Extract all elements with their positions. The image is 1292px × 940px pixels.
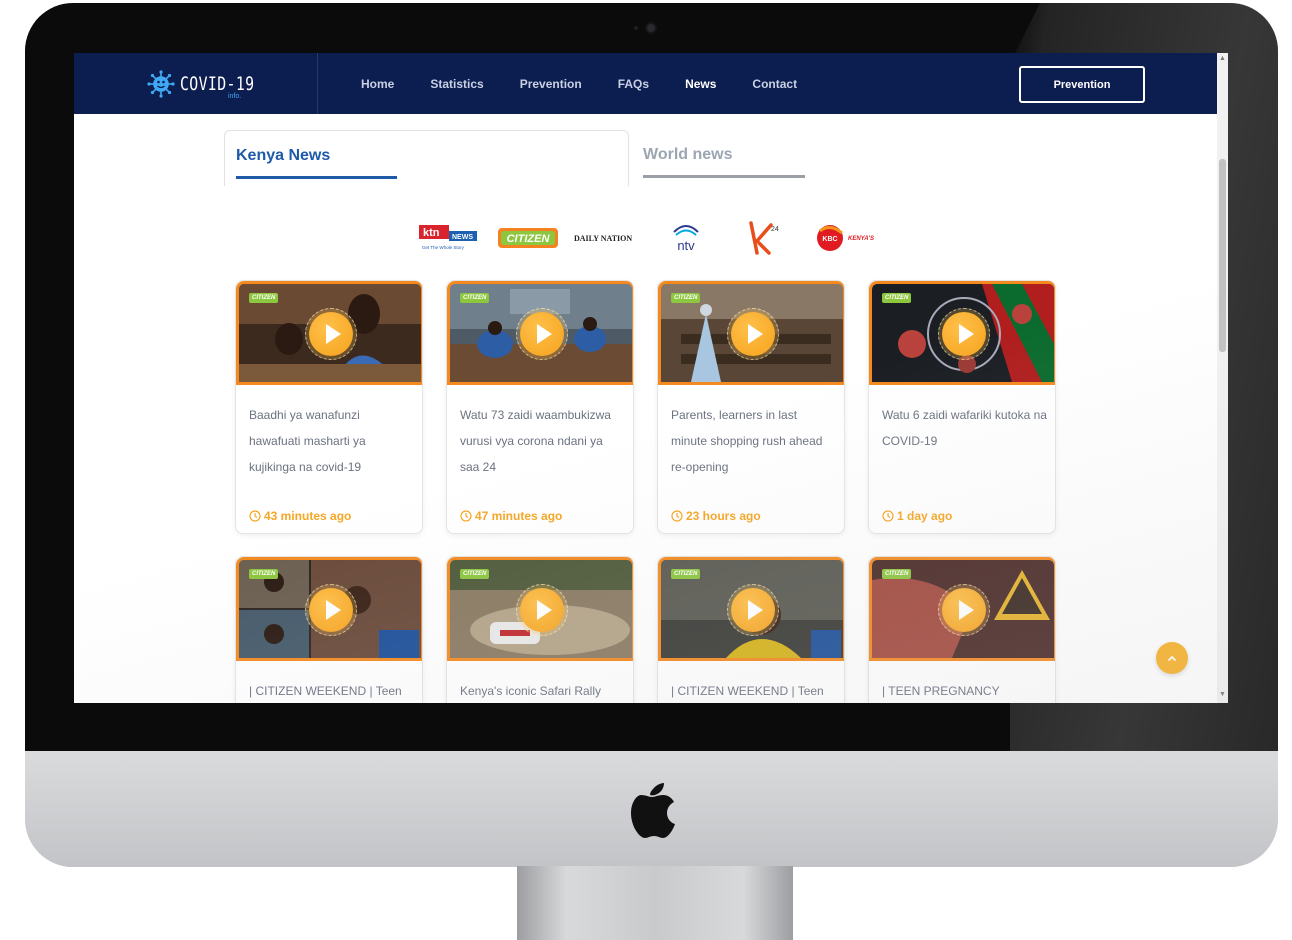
citizen-badge: CITIZEN — [671, 569, 701, 579]
video-card[interactable]: CITIZEN Kenya's iconic Safari Rally — [446, 556, 634, 703]
prevention-cta-button[interactable]: Prevention — [1019, 66, 1145, 103]
citizen-badge: CITIZEN — [882, 569, 912, 579]
clock-icon — [671, 510, 683, 522]
video-title[interactable]: | CITIZEN WEEKEND | Teen — [249, 678, 414, 703]
citizen-badge: CITIZEN — [249, 293, 279, 303]
channel-k24-logo[interactable]: 24 — [744, 218, 784, 258]
tab-kenya-underline — [236, 176, 397, 179]
video-time: 43 minutes ago — [249, 509, 351, 523]
play-icon[interactable] — [520, 312, 564, 356]
logo-subtitle: info. — [228, 93, 242, 100]
video-card[interactable]: CITIZEN | TEEN PREGNANCY — [868, 556, 1056, 703]
clock-icon — [460, 510, 472, 522]
video-time-text: 23 hours ago — [686, 509, 761, 523]
video-time: 47 minutes ago — [460, 509, 562, 523]
play-icon[interactable] — [942, 312, 986, 356]
citizen-badge: CITIZEN — [882, 293, 912, 303]
play-icon[interactable] — [309, 588, 353, 632]
nav-statistics[interactable]: Statistics — [430, 77, 483, 91]
nav-home[interactable]: Home — [361, 77, 394, 91]
back-to-top-button[interactable] — [1156, 642, 1188, 674]
video-thumbnail[interactable]: CITIZEN — [236, 281, 422, 385]
nav-prevention[interactable]: Prevention — [520, 77, 582, 91]
scroll-down-arrow-icon[interactable]: ▼ — [1218, 690, 1227, 700]
kbc-logo-text: KBC — [822, 236, 837, 243]
apple-logo-icon — [631, 783, 675, 838]
daily-nation-logo-text: DAILY NATION — [574, 234, 632, 243]
channel-ktn-logo[interactable]: ktn NEWS Get The Whole Story — [418, 218, 478, 258]
citizen-badge: CITIZEN — [460, 293, 490, 303]
sensor-dot — [634, 26, 638, 30]
tab-world-news[interactable]: World news — [634, 130, 834, 186]
channel-citizen-logo[interactable]: CITIZEN — [497, 218, 559, 258]
video-thumbnail[interactable]: CITIZEN — [236, 557, 422, 661]
logo-text: COVID-19 — [180, 73, 255, 95]
video-thumbnail[interactable]: CITIZEN — [658, 281, 844, 385]
browser-viewport: COVID-19 info. Home Statistics Preventio… — [74, 53, 1228, 703]
navbar: COVID-19 info. Home Statistics Preventio… — [74, 53, 1217, 114]
citizen-badge: CITIZEN — [249, 569, 279, 579]
channel-kbc-logo[interactable]: KBC KENYA'S — [816, 218, 878, 258]
video-time: 1 day ago — [882, 509, 952, 523]
video-thumbnail[interactable]: CITIZEN — [447, 557, 633, 661]
tab-world-underline — [643, 175, 805, 178]
video-thumbnail[interactable]: CITIZEN — [869, 281, 1055, 385]
citizen-badge: CITIZEN — [671, 293, 701, 303]
video-card[interactable]: CITIZEN | CITIZEN WEEKEND | Teen — [235, 556, 423, 703]
scroll-up-arrow-icon[interactable]: ▲ — [1218, 54, 1227, 64]
channel-daily-nation-logo[interactable]: DAILY NATION — [574, 218, 640, 258]
nav-faqs[interactable]: FAQs — [618, 77, 649, 91]
video-card[interactable]: CITIZEN Baadhi ya wanafunzi hawafuati ma… — [235, 280, 423, 534]
video-time-text: 1 day ago — [897, 509, 953, 523]
svg-text:24: 24 — [771, 226, 779, 233]
video-thumbnail[interactable]: CITIZEN — [869, 557, 1055, 661]
page-scrollbar[interactable]: ▲ ▼ — [1217, 53, 1228, 703]
video-card[interactable]: CITIZEN Parents, learners in last minute… — [657, 280, 845, 534]
video-time: 23 hours ago — [671, 509, 761, 523]
play-icon[interactable] — [731, 312, 775, 356]
video-time-text: 43 minutes ago — [264, 509, 352, 523]
nav-menu: Home Statistics Prevention FAQs News Con… — [361, 53, 833, 114]
camera — [647, 24, 655, 32]
virus-icon — [147, 70, 175, 98]
chevron-up-icon — [1168, 655, 1176, 661]
play-icon[interactable] — [942, 588, 986, 632]
site-logo[interactable]: COVID-19 — [146, 67, 276, 101]
video-title[interactable]: Kenya's iconic Safari Rally — [460, 678, 625, 703]
video-card[interactable]: CITIZEN | CITIZEN WEEKEND | Teen — [657, 556, 845, 703]
scroll-thumb[interactable] — [1219, 159, 1226, 352]
video-card[interactable]: CITIZEN Watu 6 zaidi wafariki kutoka na … — [868, 280, 1056, 534]
play-icon[interactable] — [731, 588, 775, 632]
nav-divider — [317, 53, 318, 114]
video-title[interactable]: Baadhi ya wanafunzi hawafuati masharti y… — [249, 402, 414, 480]
clock-icon — [249, 510, 261, 522]
video-thumbnail[interactable]: CITIZEN — [447, 281, 633, 385]
channel-ntv-logo[interactable]: ntv — [666, 218, 706, 258]
kbc-logo-sub: KENYA'S — [848, 236, 874, 242]
tab-kenya-news[interactable]: Kenya News — [224, 130, 629, 186]
clock-icon — [882, 510, 894, 522]
ktn-logo-sub: NEWS — [452, 234, 473, 241]
play-icon[interactable] — [309, 312, 353, 356]
video-thumbnail[interactable]: CITIZEN — [658, 557, 844, 661]
nav-contact[interactable]: Contact — [752, 77, 797, 91]
video-card[interactable]: CITIZEN Watu 73 zaidi waambukizwa vurusi… — [446, 280, 634, 534]
video-title[interactable]: Parents, learners in last minute shoppin… — [671, 402, 836, 480]
channel-logos: ktn NEWS Get The Whole Story CITIZEN DAI… — [418, 218, 878, 260]
citizen-badge: CITIZEN — [460, 569, 490, 579]
ktn-logo-text: ktn — [423, 227, 440, 239]
video-time-text: 47 minutes ago — [475, 509, 563, 523]
ktn-tagline: Get The Whole Story — [422, 245, 465, 250]
video-title[interactable]: Watu 73 zaidi waambukizwa vurusi vya cor… — [460, 402, 625, 480]
ntv-logo-text: ntv — [677, 238, 695, 253]
play-icon[interactable] — [520, 588, 564, 632]
imac-stand — [517, 866, 793, 940]
tab-world-label: World news — [643, 146, 733, 163]
video-title[interactable]: | TEEN PREGNANCY — [882, 678, 1047, 703]
nav-news[interactable]: News — [685, 77, 716, 91]
tab-kenya-label: Kenya News — [236, 147, 331, 164]
video-title[interactable]: Watu 6 zaidi wafariki kutoka na COVID-19 — [882, 402, 1047, 454]
video-title[interactable]: | CITIZEN WEEKEND | Teen — [671, 678, 836, 703]
citizen-logo-text: CITIZEN — [507, 233, 551, 245]
